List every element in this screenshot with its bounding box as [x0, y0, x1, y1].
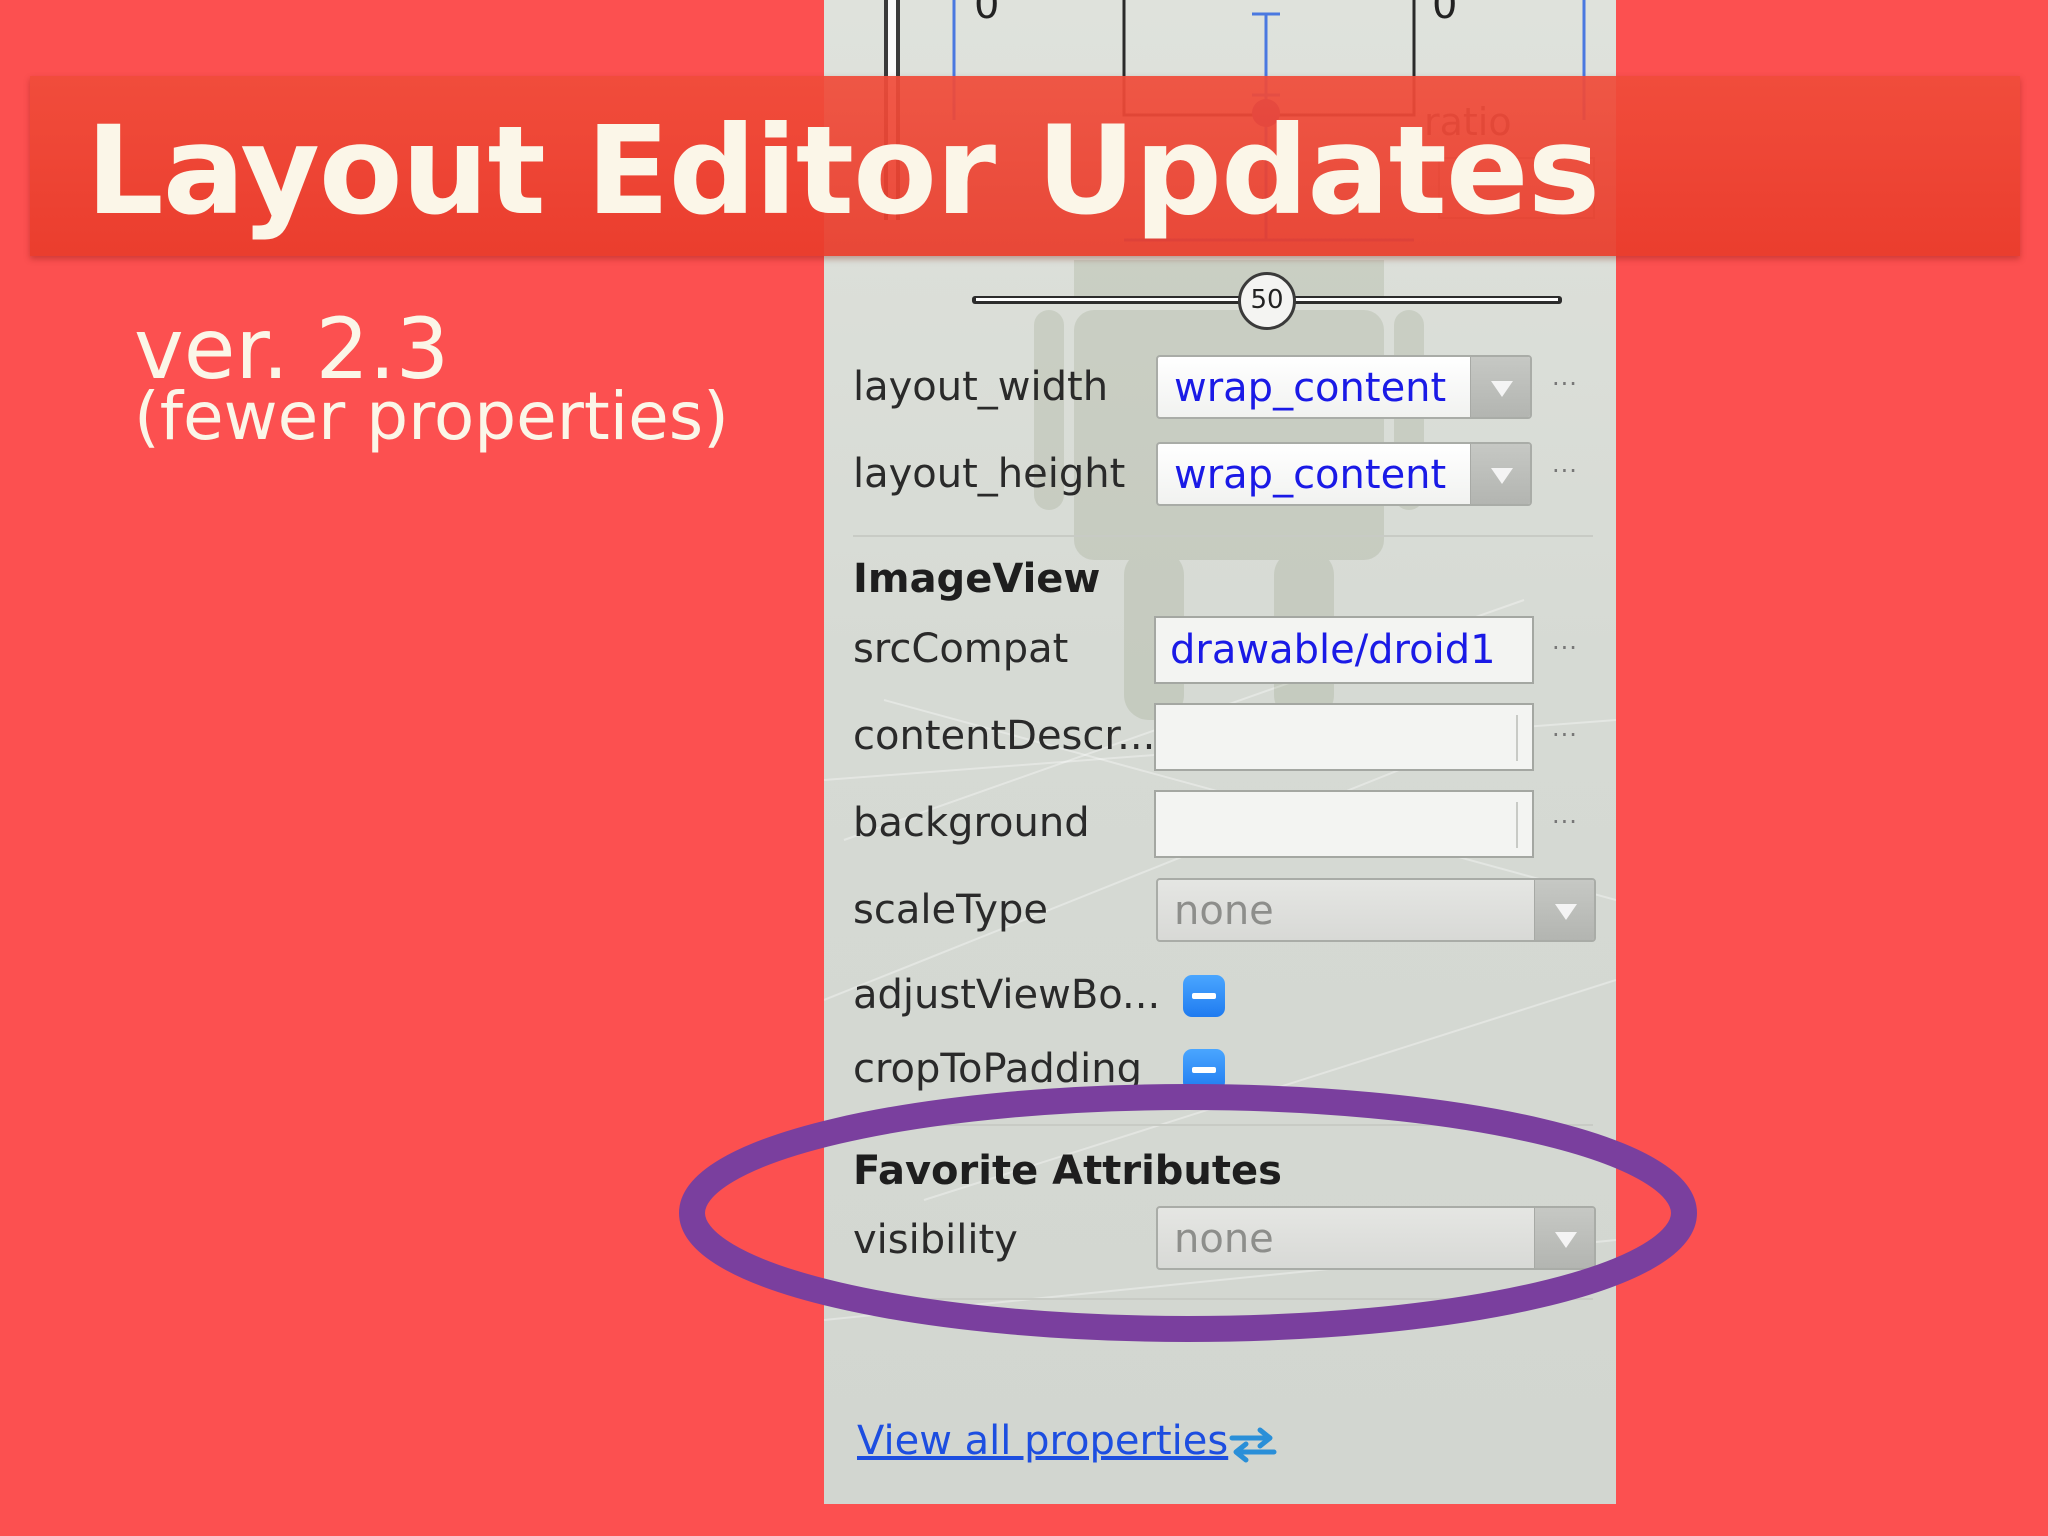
background-label: background — [853, 800, 1090, 846]
src-compat-label: srcCompat — [853, 626, 1069, 672]
scale-type-value: none — [1174, 888, 1274, 934]
content-description-field[interactable] — [1154, 703, 1534, 771]
content-description-label: contentDescr... — [853, 713, 1156, 759]
highlight-ellipse — [679, 1084, 1697, 1342]
left-margin-value[interactable]: 0 — [974, 0, 999, 28]
layout-height-value: wrap_content — [1174, 452, 1447, 498]
right-margin-value[interactable]: 0 — [1432, 0, 1457, 28]
adjust-view-bounds-label: adjustViewBo... — [853, 972, 1161, 1018]
layout-width-dropdown[interactable]: wrap_content — [1156, 355, 1532, 419]
chevron-down-icon[interactable] — [1470, 444, 1530, 504]
scale-type-dropdown[interactable]: none — [1156, 878, 1596, 942]
view-all-properties-link[interactable]: View all properties — [857, 1418, 1228, 1464]
imageview-section-title: ImageView — [853, 556, 1101, 602]
layout-height-more-button[interactable]: ··· — [1552, 457, 1578, 485]
background-field[interactable] — [1154, 790, 1534, 858]
chevron-down-icon[interactable] — [1534, 880, 1594, 940]
content-description-more-button[interactable]: ··· — [1552, 721, 1578, 749]
src-compat-value: drawable/droid1 — [1170, 627, 1496, 673]
scale-type-label: scaleType — [853, 887, 1048, 933]
layout-width-more-button[interactable]: ··· — [1552, 370, 1578, 398]
text-caret — [1516, 715, 1518, 761]
background-more-button[interactable]: ··· — [1552, 808, 1578, 836]
subtitle-label: (fewer properties) — [134, 378, 729, 455]
section-divider — [853, 535, 1593, 537]
bias-slider-thumb[interactable]: 50 — [1238, 272, 1296, 330]
layout-width-label: layout_width — [853, 364, 1109, 410]
chevron-down-icon[interactable] — [1470, 357, 1530, 417]
src-compat-field[interactable]: drawable/droid1 — [1154, 616, 1534, 684]
src-compat-more-button[interactable]: ··· — [1552, 634, 1578, 662]
swap-arrows-icon[interactable] — [1226, 1424, 1280, 1464]
slide-title: Layout Editor Updates — [86, 100, 1600, 242]
adjust-view-bounds-checkbox[interactable] — [1183, 975, 1225, 1017]
bias-value: 50 — [1250, 285, 1284, 315]
layout-height-label: layout_height — [853, 451, 1126, 497]
layout-width-value: wrap_content — [1174, 365, 1447, 411]
layout-height-dropdown[interactable]: wrap_content — [1156, 442, 1532, 506]
text-caret — [1516, 802, 1518, 848]
